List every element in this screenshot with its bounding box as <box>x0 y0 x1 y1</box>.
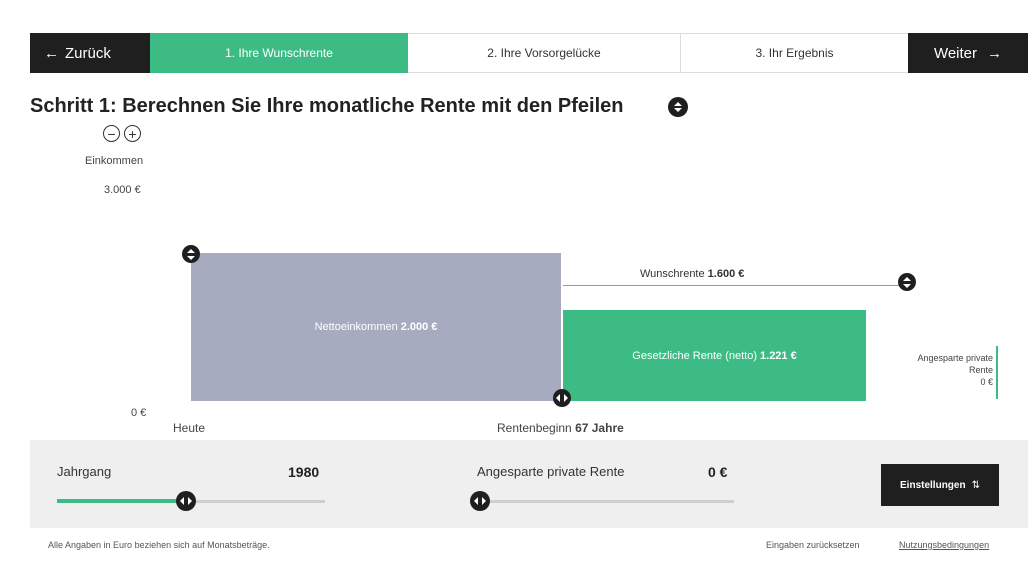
private-pension-control-label: Angesparte private Rente <box>477 464 625 479</box>
year-value: 1980 <box>288 464 320 480</box>
private-pension-slider-track[interactable] <box>479 500 734 503</box>
up-down-arrows-icon <box>187 248 195 260</box>
controls-panel <box>30 440 1028 528</box>
net-income-value: 2.000 € <box>400 321 438 333</box>
y-axis-min: 0 € <box>131 407 147 419</box>
back-label: Zurück <box>65 44 111 62</box>
back-button[interactable]: ← Zurück <box>30 33 150 73</box>
footer-note: Alle Angaben in Euro beziehen sich auf M… <box>48 540 270 550</box>
tab-label: 3. Ihr Ergebnis <box>755 46 834 60</box>
private-pension-line2: Rente <box>968 365 993 375</box>
tab-label: 2. Ihre Vorsorgelücke <box>487 46 601 60</box>
statutory-pension-label: Gesetzliche Rente (netto) <box>632 349 758 362</box>
private-pension-control-value: 0 € <box>708 464 728 480</box>
next-label: Weiter <box>933 44 978 62</box>
page-title: Schritt 1: Berechnen Sie Ihre monatliche… <box>30 95 624 117</box>
tab-divider <box>680 33 681 73</box>
wish-pension-value: 1.600 € <box>707 268 745 280</box>
y-axis-label: Einkommen <box>85 155 144 167</box>
statutory-pension-bar: Gesetzliche Rente (netto) 1.221 € <box>563 310 866 401</box>
arrow-right-icon: → <box>987 44 1003 62</box>
private-pension-side-value: 0 € <box>980 377 993 387</box>
up-down-arrows-icon <box>903 276 911 288</box>
settings-button[interactable]: Einstellungen ⇅ <box>881 464 999 506</box>
net-income-handle-icon[interactable] <box>182 245 200 263</box>
wish-pension-label: Wunschrente 1.600 € <box>640 268 744 280</box>
retirement-age-value: 67 Jahre <box>575 421 624 435</box>
private-pension-slider-handle-icon[interactable] <box>470 491 490 511</box>
tab-wunschrente[interactable]: 1. Ihre Wunschrente <box>150 33 408 73</box>
private-pension-indicator <box>996 346 998 399</box>
statutory-pension-value: 1.221 € <box>760 349 797 362</box>
zoom-in-icon[interactable]: + <box>124 125 141 142</box>
year-slider-fill <box>57 499 186 503</box>
zoom-out-icon[interactable]: − <box>103 125 120 142</box>
terms-link[interactable]: Nutzungsbedingungen <box>899 540 989 550</box>
left-right-arrows-icon <box>179 497 192 505</box>
settings-sliders-icon: ⇅ <box>971 479 980 491</box>
private-pension-line1: Angesparte private <box>917 353 993 363</box>
tab-ergebnis[interactable]: 3. Ihr Ergebnis <box>680 33 908 73</box>
arrow-left-icon: ← <box>44 44 59 62</box>
x-axis-end: Rentenbeginn 67 Jahre <box>497 421 624 435</box>
next-button[interactable]: Weiter → <box>908 33 1028 73</box>
wish-pension-text: Wunschrente <box>640 268 705 280</box>
reset-link[interactable]: Eingaben zurücksetzen <box>766 540 860 550</box>
retirement-start-label: Rentenbeginn <box>497 421 572 435</box>
net-income-label: Nettoeinkommen <box>314 321 398 333</box>
tab-label: 1. Ihre Wunschrente <box>225 46 333 60</box>
x-axis-start: Heute <box>173 421 206 435</box>
settings-label: Einstellungen <box>900 479 966 491</box>
left-right-arrows-icon <box>556 394 568 402</box>
net-income-bar: Nettoeinkommen 2.000 € <box>191 253 561 401</box>
wish-pension-handle-icon[interactable] <box>898 273 916 291</box>
up-down-arrows-icon <box>674 102 682 112</box>
retirement-age-handle-icon[interactable] <box>553 389 571 407</box>
year-slider-handle-icon[interactable] <box>175 491 196 511</box>
left-right-arrows-icon <box>474 497 486 505</box>
tab-vorsorgeluecke[interactable]: 2. Ihre Vorsorgelücke <box>408 33 680 73</box>
private-pension-side-label: Angesparte private Rente 0 € <box>899 352 993 388</box>
year-label: Jahrgang <box>57 464 112 479</box>
y-axis-max: 3.000 € <box>104 184 141 196</box>
wish-pension-line <box>563 285 903 286</box>
info-arrows-icon[interactable] <box>668 97 688 117</box>
